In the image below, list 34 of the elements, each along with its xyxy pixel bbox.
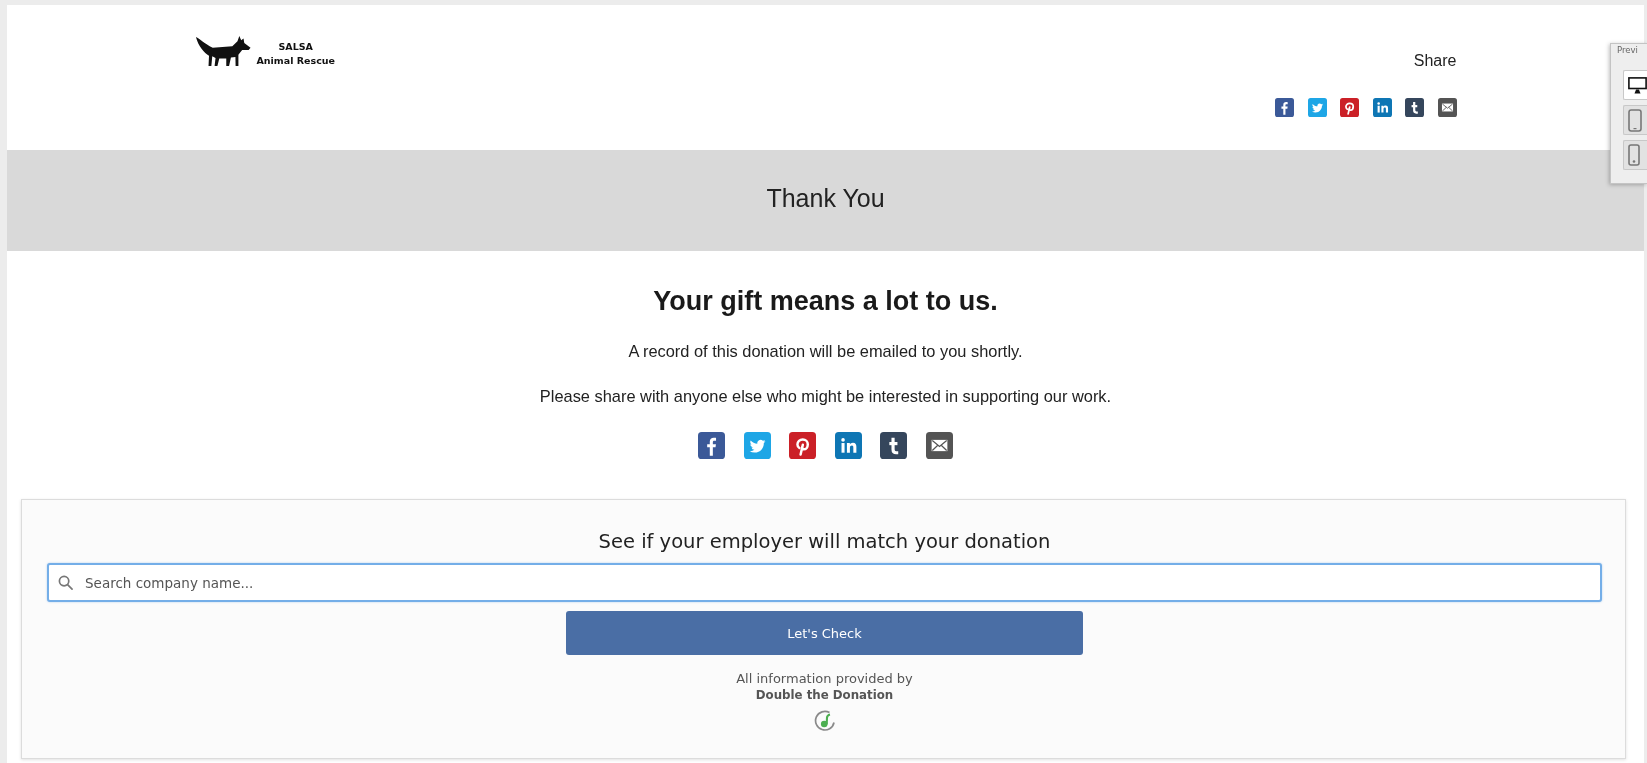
desktop-view-button[interactable]: [1623, 70, 1647, 100]
envelope-icon[interactable]: [1437, 98, 1457, 117]
thank-you-heading: Your gift means a lot to us.: [653, 285, 998, 317]
pinterest-icon[interactable]: [1340, 98, 1359, 117]
fox-icon: [194, 35, 251, 67]
preview-title: Previ: [1616, 44, 1639, 57]
phone-icon: [1628, 144, 1640, 166]
twitter-icon[interactable]: [1307, 98, 1327, 117]
facebook-icon[interactable]: [698, 432, 726, 459]
phone-view-button[interactable]: [1623, 140, 1647, 170]
logo-title: SALSA: [278, 40, 313, 54]
monitor-icon: [1628, 76, 1647, 94]
match-heading: See if your employer will match your donation: [597, 530, 1052, 554]
linkedin-icon[interactable]: [1372, 98, 1392, 117]
pinterest-icon[interactable]: [789, 432, 817, 459]
leaf-ring-icon: [813, 710, 836, 732]
tablet-view-button[interactable]: [1623, 105, 1647, 135]
share-label: Share: [1413, 52, 1457, 70]
provider-name: Double the Donation: [755, 687, 894, 704]
logo-subtitle: Animal Rescue: [256, 53, 335, 67]
tablet-icon: [1628, 108, 1642, 132]
envelope-icon[interactable]: [925, 432, 953, 459]
message-text: Please share with anyone else who might be interested in supporting our work.: [539, 386, 1112, 406]
check-button[interactable]: Let's Check: [566, 611, 1083, 655]
twitter-icon[interactable]: [743, 432, 771, 459]
company-search-field[interactable]: Search company name...: [47, 563, 1602, 602]
credit-text: All information provided by: [736, 670, 913, 687]
search-icon: [58, 575, 73, 590]
page-title: Thank You: [766, 184, 885, 212]
tumblr-icon[interactable]: [1405, 98, 1424, 117]
linkedin-icon[interactable]: [834, 432, 862, 459]
message-text: A record of this donation will be emailed to you shortly.: [628, 341, 1023, 361]
tumblr-icon[interactable]: [880, 432, 908, 459]
facebook-icon[interactable]: [1275, 98, 1294, 117]
